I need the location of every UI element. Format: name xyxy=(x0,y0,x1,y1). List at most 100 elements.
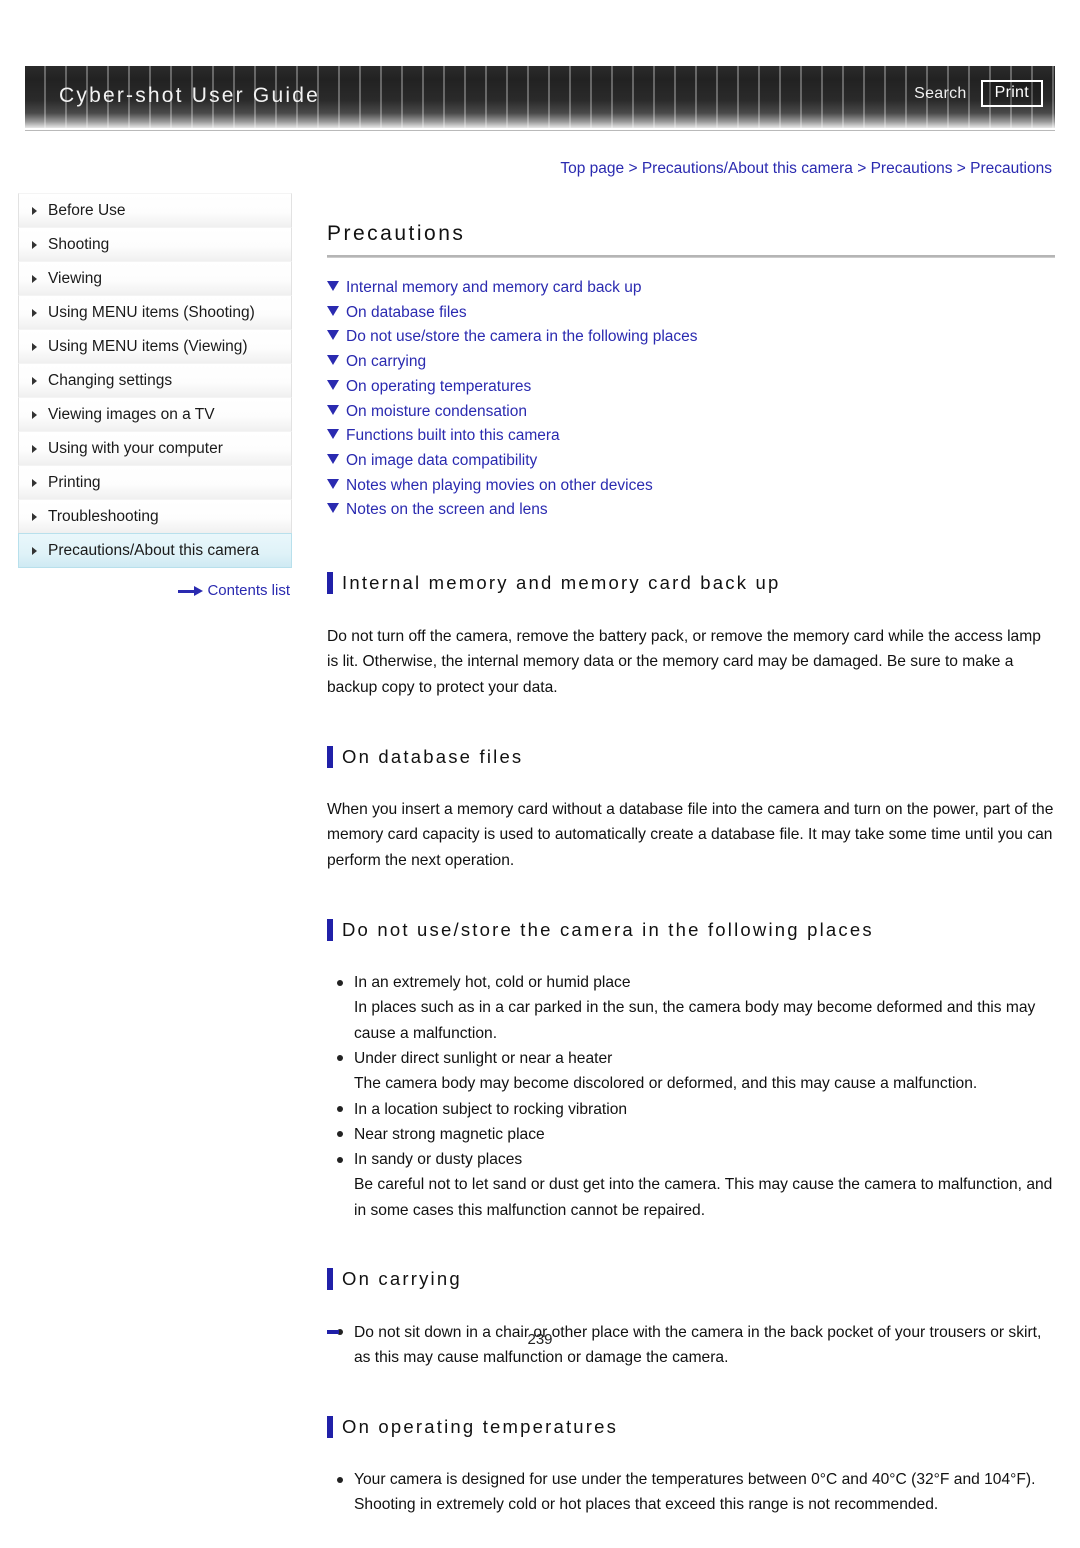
anchor-link-label: Do not use/store the camera in the follo… xyxy=(346,328,698,346)
anchor-link-label: Notes when playing movies on other devic… xyxy=(346,476,653,494)
list-item: In an extremely hot, cold or humid place… xyxy=(327,970,1055,1046)
page-title: Precautions xyxy=(327,222,466,245)
section-heading: On operating temperatures xyxy=(327,1400,1055,1453)
section-marker-icon xyxy=(327,918,333,941)
triangle-down-icon xyxy=(327,379,339,390)
chevron-right-icon xyxy=(32,410,37,419)
anchor-link-label: On operating temperatures xyxy=(346,377,532,395)
anchor-link-on-operating-temperatures[interactable]: On operating temperatures xyxy=(327,375,1055,400)
breadcrumb-separator: > xyxy=(857,160,867,177)
section-body: Do not turn off the camera, remove the b… xyxy=(327,627,1041,696)
anchor-link-functions-built-into-this-camera[interactable]: Functions built into this camera xyxy=(327,424,1055,449)
chevron-right-icon xyxy=(32,342,37,351)
chevron-right-icon xyxy=(32,512,37,521)
triangle-down-icon xyxy=(327,453,339,464)
section-title: Do not use/store the camera in the follo… xyxy=(342,918,874,940)
sidebar-item-before-use[interactable]: Before Use xyxy=(18,193,292,228)
anchor-link-notes-on-the-screen-and-lens[interactable]: Notes on the screen and lens xyxy=(327,498,1055,523)
sidebar-item-label: Viewing images on a TV xyxy=(48,405,215,423)
sidebar-item-using-menu-items-shooting[interactable]: Using MENU items (Shooting) xyxy=(18,295,292,330)
site-header: Cyber-shot User Guide Search Print xyxy=(0,66,1080,131)
triangle-down-icon xyxy=(327,404,339,415)
page-number: 239 xyxy=(527,1331,553,1348)
list-item-text: Your camera is designed for use under th… xyxy=(354,1471,1036,1514)
arrow-right-icon xyxy=(178,586,204,596)
section-body: When you insert a memory card without a … xyxy=(327,800,1054,869)
chevron-right-icon xyxy=(32,206,37,215)
sidebar-navigation: Before Use Shooting Viewing Using MENU i… xyxy=(18,193,292,599)
list-item-detail: Be careful not to let sand or dust get i… xyxy=(354,1176,1053,1219)
anchor-link-on-carrying[interactable]: On carrying xyxy=(327,350,1055,375)
anchor-link-internal-memory-backup[interactable]: Internal memory and memory card back up xyxy=(327,276,1055,301)
breadcrumb-item-precautions-about[interactable]: Precautions/About this camera xyxy=(642,160,853,177)
sidebar-item-printing[interactable]: Printing xyxy=(18,465,292,500)
sidebar-item-label: Troubleshooting xyxy=(48,507,159,525)
sidebar-item-label: Using with your computer xyxy=(48,439,223,457)
section-on-operating-temperatures: On operating temperatures Your camera is… xyxy=(327,1400,1055,1517)
chevron-right-icon xyxy=(32,444,37,453)
section-marker-icon xyxy=(327,745,333,768)
chevron-right-icon xyxy=(32,274,37,283)
anchor-link-label: On carrying xyxy=(346,353,427,371)
anchor-link-on-image-data-compatibility[interactable]: On image data compatibility xyxy=(327,449,1055,474)
sidebar-item-label: Using MENU items (Viewing) xyxy=(48,337,248,355)
sidebar-item-precautions-about-this-camera[interactable]: Precautions/About this camera xyxy=(18,533,292,568)
anchor-link-label: Functions built into this camera xyxy=(346,427,560,445)
section-bullet-list: Your camera is designed for use under th… xyxy=(327,1467,1055,1518)
header-divider xyxy=(25,130,1055,131)
breadcrumb-separator: > xyxy=(628,160,638,177)
header-bar: Cyber-shot User Guide Search Print xyxy=(25,66,1055,128)
anchor-link-do-not-use-store[interactable]: Do not use/store the camera in the follo… xyxy=(327,325,1055,350)
list-item-text: In a location subject to rocking vibrati… xyxy=(354,1100,628,1118)
list-item: Near strong magnetic place xyxy=(327,1122,1055,1147)
chevron-right-icon xyxy=(32,478,37,487)
section-marker-icon xyxy=(327,1268,333,1291)
main-content: Precautions Internal memory and memory c… xyxy=(327,222,1055,1548)
sidebar-item-label: Printing xyxy=(48,473,101,491)
list-item: Your camera is designed for use under th… xyxy=(327,1467,1055,1518)
sidebar-item-using-with-your-computer[interactable]: Using with your computer xyxy=(18,431,292,466)
triangle-down-icon xyxy=(327,330,339,341)
section-heading: Internal memory and memory card back up xyxy=(327,557,1055,610)
breadcrumb-item-precautions[interactable]: Precautions xyxy=(871,160,953,177)
site-title: Cyber-shot User Guide xyxy=(59,84,320,107)
section-heading: Do not use/store the camera in the follo… xyxy=(327,903,1055,956)
sidebar-item-label: Precautions/About this camera xyxy=(48,541,260,559)
list-item: In sandy or dusty places Be careful not … xyxy=(327,1147,1055,1223)
section-internal-memory-backup: Internal memory and memory card back up … xyxy=(327,557,1055,700)
anchor-link-notes-when-playing-movies[interactable]: Notes when playing movies on other devic… xyxy=(327,474,1055,499)
contents-list-link[interactable]: Contents list xyxy=(18,582,292,599)
section-heading: On carrying xyxy=(327,1253,1055,1306)
sidebar-item-viewing-images-on-a-tv[interactable]: Viewing images on a TV xyxy=(18,397,292,432)
list-item-text: Near strong magnetic place xyxy=(354,1125,545,1143)
breadcrumb-separator: > xyxy=(956,160,966,177)
contents-list-label: Contents list xyxy=(207,582,290,599)
anchor-link-label: Internal memory and memory card back up xyxy=(346,279,642,296)
search-button[interactable]: Search xyxy=(914,85,967,103)
list-item-text: In sandy or dusty places xyxy=(354,1151,523,1169)
breadcrumb-item-current: Precautions xyxy=(970,160,1052,177)
title-divider xyxy=(327,255,1055,258)
list-item-detail: The camera body may become discolored or… xyxy=(354,1075,978,1093)
section-title: On carrying xyxy=(342,1268,462,1290)
breadcrumb-item-top-page[interactable]: Top page xyxy=(560,160,624,177)
chevron-right-icon xyxy=(32,546,37,555)
print-button[interactable]: Print xyxy=(980,80,1043,107)
list-item: In a location subject to rocking vibrati… xyxy=(327,1097,1055,1122)
chevron-right-icon xyxy=(32,308,37,317)
sidebar-item-viewing[interactable]: Viewing xyxy=(18,261,292,296)
anchor-link-on-database-files[interactable]: On database files xyxy=(327,301,1055,326)
anchor-link-on-moisture-condensation[interactable]: On moisture condensation xyxy=(327,400,1055,425)
sidebar-item-using-menu-items-viewing[interactable]: Using MENU items (Viewing) xyxy=(18,329,292,364)
triangle-down-icon xyxy=(327,503,339,514)
section-do-not-use-store: Do not use/store the camera in the follo… xyxy=(327,903,1055,1223)
sidebar-item-label: Changing settings xyxy=(48,371,173,389)
sidebar-item-troubleshooting[interactable]: Troubleshooting xyxy=(18,499,292,534)
sidebar-item-shooting[interactable]: Shooting xyxy=(18,227,292,262)
section-title: On database files xyxy=(342,745,524,767)
sidebar-item-changing-settings[interactable]: Changing settings xyxy=(18,363,292,398)
header-actions: Search Print xyxy=(914,80,1043,107)
triangle-down-icon xyxy=(327,478,339,489)
section-bullet-list: In an extremely hot, cold or humid place… xyxy=(327,970,1055,1223)
list-item-text: Under direct sunlight or near a heater xyxy=(354,1049,613,1067)
